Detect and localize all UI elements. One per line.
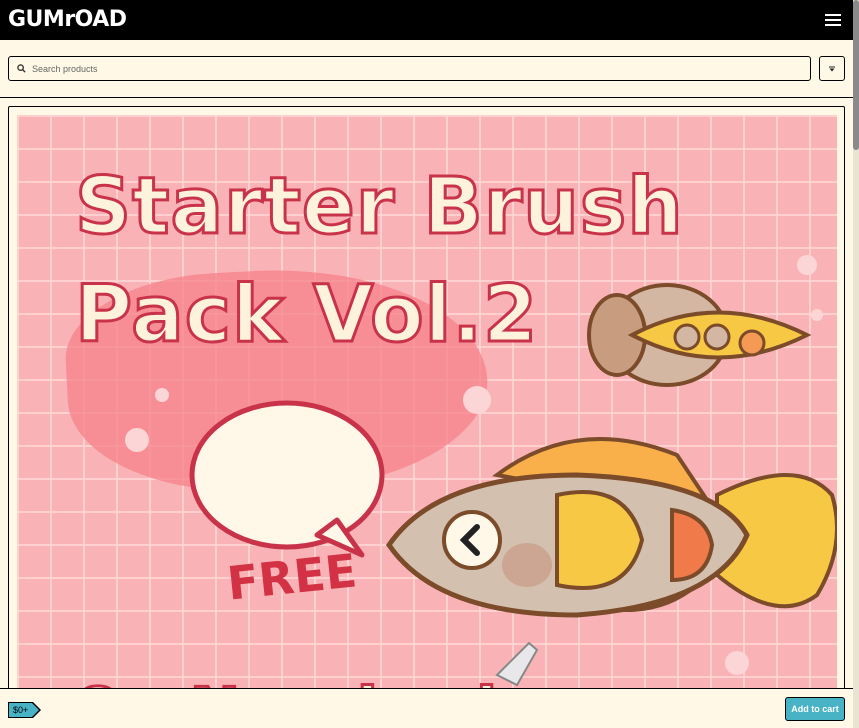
- price-label: $0+: [13, 705, 29, 715]
- page-scrollbar[interactable]: [853, 0, 859, 728]
- top-navigation-bar: GUMrOAD: [0, 0, 853, 40]
- gumroad-logo[interactable]: GUMrOAD: [8, 9, 127, 31]
- filter-icon: [828, 60, 836, 78]
- search-icon: [17, 63, 27, 74]
- search-bar-row: [0, 40, 853, 98]
- large-fish-illustration: [385, 437, 837, 687]
- purchase-bar: $0+ Add to cart: [0, 688, 853, 728]
- product-card[interactable]: Starter Brush Pack Vol.2 FREE 8+ New bas…: [8, 106, 845, 706]
- add-to-cart-button[interactable]: Add to cart: [785, 697, 845, 721]
- scrollbar-thumb[interactable]: [853, 0, 859, 150]
- free-speech-bubble: [189, 400, 385, 558]
- search-input[interactable]: [32, 63, 792, 74]
- search-box[interactable]: [8, 56, 811, 81]
- product-cover-image[interactable]: Starter Brush Pack Vol.2 FREE 8+ New bas…: [17, 115, 837, 705]
- price-tag: $0+: [8, 702, 42, 718]
- filter-button[interactable]: [819, 56, 845, 81]
- hamburger-menu-icon[interactable]: [825, 14, 841, 26]
- cover-title: Starter Brush Pack Vol.2: [74, 161, 685, 362]
